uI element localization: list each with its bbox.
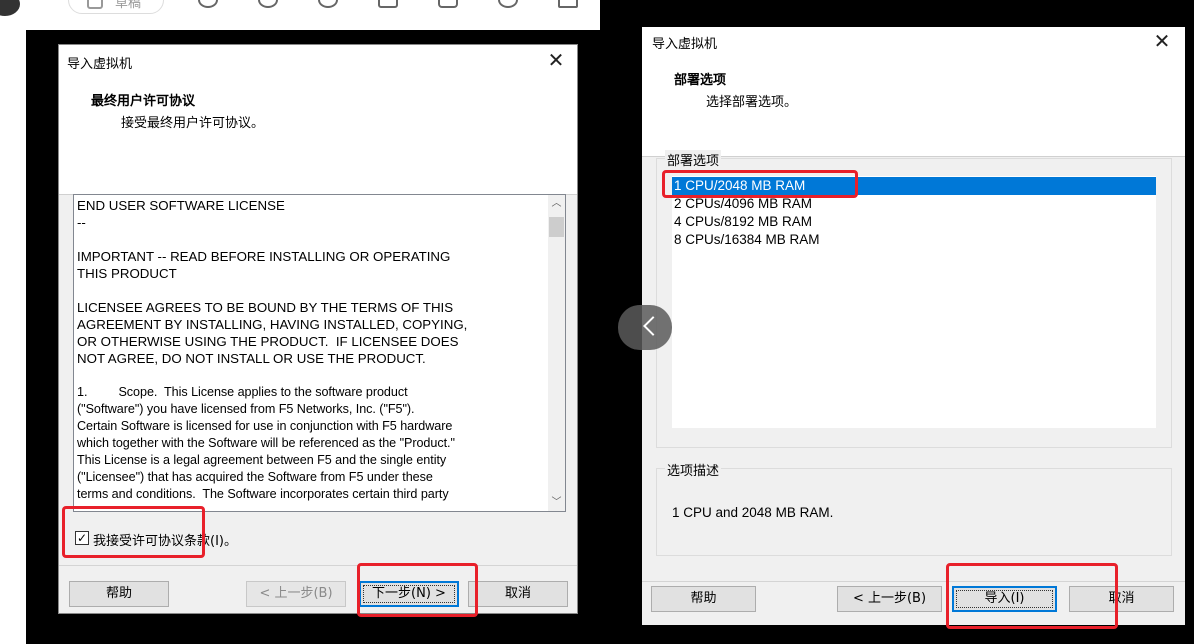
options-group-label: 部署选项 — [665, 150, 722, 169]
page-background — [0, 30, 26, 644]
license-dialog: 导入虚拟机 ✕ 最终用户许可协议 接受最终用户许可协议。 END USER SO… — [58, 44, 578, 614]
window-title: 导入虚拟机 — [652, 37, 718, 52]
clock-icon[interactable] — [258, 0, 278, 8]
license-line: LICENSEE AGREES TO BE BOUND BY THE TERMS… — [77, 300, 454, 315]
back-button[interactable]: < 上一步(B) — [837, 586, 942, 612]
wizard-header: 最终用户许可协议 接受最终用户许可协议。 — [59, 77, 577, 195]
chevron-left-icon — [643, 316, 663, 336]
background-strip — [1185, 27, 1194, 644]
deployment-option[interactable]: 4 CPUs/8192 MB RAM — [672, 213, 1156, 231]
draft-button[interactable]: 草稿 — [68, 0, 164, 14]
divider — [59, 565, 577, 566]
copy-icon[interactable] — [378, 0, 398, 8]
background-strip — [600, 0, 1194, 27]
license-line — [77, 367, 542, 384]
scroll-thumb[interactable] — [549, 217, 564, 237]
deployment-option[interactable]: 1 CPU/2048 MB RAM — [672, 177, 1156, 195]
license-line: NOT AGREE, DO NOT INSTALL OR USE THE PRO… — [77, 351, 426, 366]
license-line: IMPORTANT -- READ BEFORE INSTALLING OR O… — [77, 249, 451, 264]
page-title: 部署选项 — [674, 73, 727, 88]
license-line: -- — [77, 215, 86, 230]
close-icon[interactable]: ✕ — [1151, 30, 1173, 52]
previous-image-button[interactable] — [618, 305, 672, 350]
focus-ring — [956, 590, 1053, 608]
license-line: ("Licensee") that has acquired the Softw… — [77, 470, 433, 484]
wizard-header: 部署选项 选择部署选项。 — [642, 55, 1185, 157]
license-line: which together with the Software will be… — [77, 436, 455, 450]
share-icon[interactable] — [438, 0, 458, 8]
deployment-option[interactable]: 8 CPUs/16384 MB RAM — [672, 231, 1156, 249]
license-line: END USER SOFTWARE LICENSE — [77, 198, 285, 213]
window-title: 导入虚拟机 — [67, 57, 133, 72]
forward-icon[interactable] — [558, 0, 578, 8]
deployment-option[interactable]: 2 CPUs/4096 MB RAM — [672, 195, 1156, 213]
checkbox-label: 我接受许可协议条款(I)。 — [93, 534, 237, 549]
next-button[interactable]: 下一步(N) > — [359, 581, 459, 607]
license-line: THIS PRODUCT — [77, 266, 177, 281]
divider — [642, 581, 1185, 582]
option-description: 1 CPU and 2048 MB RAM. — [672, 505, 834, 520]
license-line — [77, 231, 542, 248]
back-button[interactable]: < 上一步(B) — [246, 581, 346, 607]
draft-label: 草稿 — [115, 0, 142, 11]
draft-icon — [87, 0, 103, 9]
title-bar: 导入虚拟机 ✕ — [642, 27, 1185, 55]
license-line — [77, 282, 542, 299]
close-icon[interactable]: ✕ — [545, 49, 567, 71]
scroll-up-icon[interactable]: ︿ — [548, 195, 565, 212]
focus-ring — [363, 585, 455, 603]
license-textbox[interactable]: END USER SOFTWARE LICENSE -- IMPORTANT -- … — [73, 194, 566, 512]
deployment-options-list[interactable]: 1 CPU/2048 MB RAM 2 CPUs/4096 MB RAM 4 CPU… — [672, 176, 1156, 428]
scroll-down-icon[interactable]: ﹀ — [548, 494, 565, 511]
license-text: END USER SOFTWARE LICENSE -- IMPORTANT -- … — [77, 197, 542, 503]
zoom-icon[interactable] — [318, 0, 338, 8]
checkbox-check-icon[interactable]: ✓ — [75, 531, 89, 545]
browser-toolbar: 草稿 — [0, 0, 600, 30]
cancel-button[interactable]: 取消 — [1069, 586, 1174, 612]
help-button[interactable]: 帮助 — [651, 586, 756, 612]
license-line: This License is a legal agreement betwee… — [77, 453, 447, 467]
avatar[interactable] — [0, 0, 20, 16]
license-line: terms and conditions. The Software incor… — [77, 487, 449, 501]
license-line: AGREEMENT BY INSTALLING, HAVING INSTALLE… — [77, 317, 468, 332]
page-subtitle: 接受最终用户许可协议。 — [121, 116, 265, 131]
cancel-button[interactable]: 取消 — [468, 581, 568, 607]
scrollbar[interactable]: ︿ ﹀ — [548, 195, 565, 511]
license-line: Certain Software is licensed for use in … — [77, 419, 453, 433]
description-group-label: 选项描述 — [665, 460, 722, 479]
page-title: 最终用户许可协议 — [91, 94, 196, 109]
page-subtitle: 选择部署选项。 — [706, 95, 798, 110]
license-line: ("Software") you have licensed from F5 N… — [77, 402, 415, 416]
license-line: 1. Scope. This License applies to the so… — [77, 385, 408, 399]
license-line: OR OTHERWISE USING THE PRODUCT. IF LICEN… — [77, 334, 459, 349]
title-bar: 导入虚拟机 ✕ — [59, 45, 577, 77]
help-button[interactable]: 帮助 — [69, 581, 169, 607]
settings-icon[interactable] — [498, 0, 518, 8]
search-icon[interactable] — [198, 0, 218, 8]
import-button[interactable]: 导入(I) — [952, 586, 1057, 612]
screenshot-stage: 草稿 导入虚拟机 ✕ 最终用户许可协议 接受最终用户许可协议。 END USER… — [0, 0, 1194, 644]
